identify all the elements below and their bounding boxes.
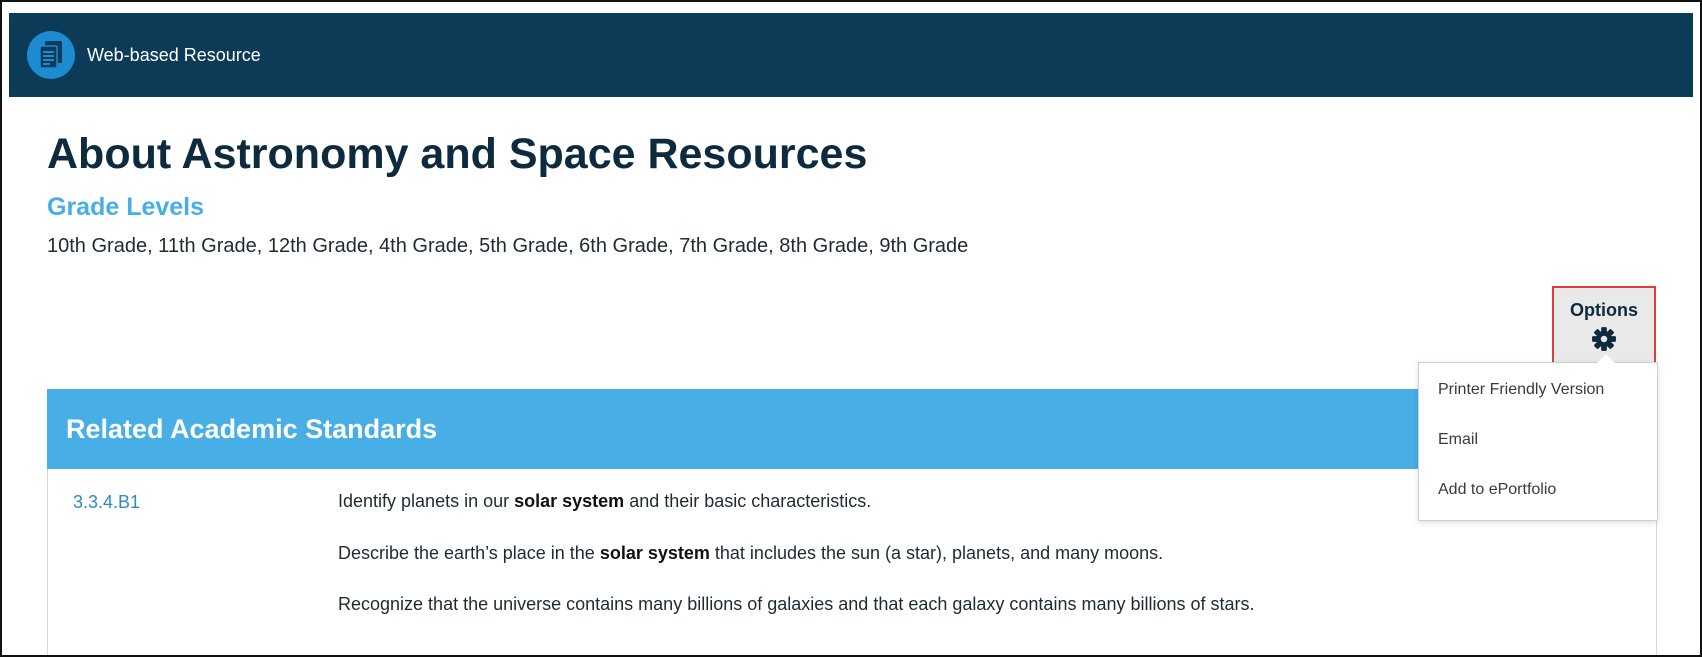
description-text: Recognize that the universe contains man… [338,594,1255,614]
menu-item-email[interactable]: Email [1438,431,1478,449]
academic-standards-section: Related Academic Standards 3.3.4.B1 Iden… [47,389,1657,655]
standards-title: Related Academic Standards [66,413,438,444]
grade-levels-list: 10th Grade, 11th Grade, 12th Grade, 4th … [47,235,969,257]
document-icon [27,31,75,79]
description-text: Identify planets in our [338,491,515,511]
standards-header: Related Academic Standards [47,389,1657,469]
page-title: About Astronomy and Space Resources [47,130,868,178]
options-button[interactable]: Options [1552,286,1656,364]
options-dropdown-menu: Printer Friendly Version Email Add to eP… [1418,362,1658,521]
resource-type-label: Web-based Resource [87,44,261,65]
grade-levels-heading: Grade Levels [47,193,205,221]
standard-description: Identify planets in our solar system and… [338,491,871,512]
menu-item-printer-friendly[interactable]: Printer Friendly Version [1438,381,1604,399]
description-text: that includes the sun (a star), planets,… [709,543,1164,563]
description-text: Describe the earth’s place in the [338,543,600,563]
gear-icon [1591,326,1617,357]
description-keyword: solar system [514,491,625,511]
standard-description: Describe the earth’s place in the solar … [338,543,1163,564]
page-frame: Web-based Resource About Astronomy and S… [0,0,1702,657]
dropdown-caret [1596,354,1616,364]
resource-header: Web-based Resource [9,13,1693,97]
description-text: and their basic characteristics. [624,491,872,511]
standard-code-link[interactable]: 3.3.4.B1 [73,492,140,513]
description-keyword: solar system [599,543,710,563]
menu-item-add-to-eportfolio[interactable]: Add to ePortfolio [1438,481,1556,499]
standard-description: Recognize that the universe contains man… [338,594,1255,615]
options-label: Options [1570,300,1638,320]
